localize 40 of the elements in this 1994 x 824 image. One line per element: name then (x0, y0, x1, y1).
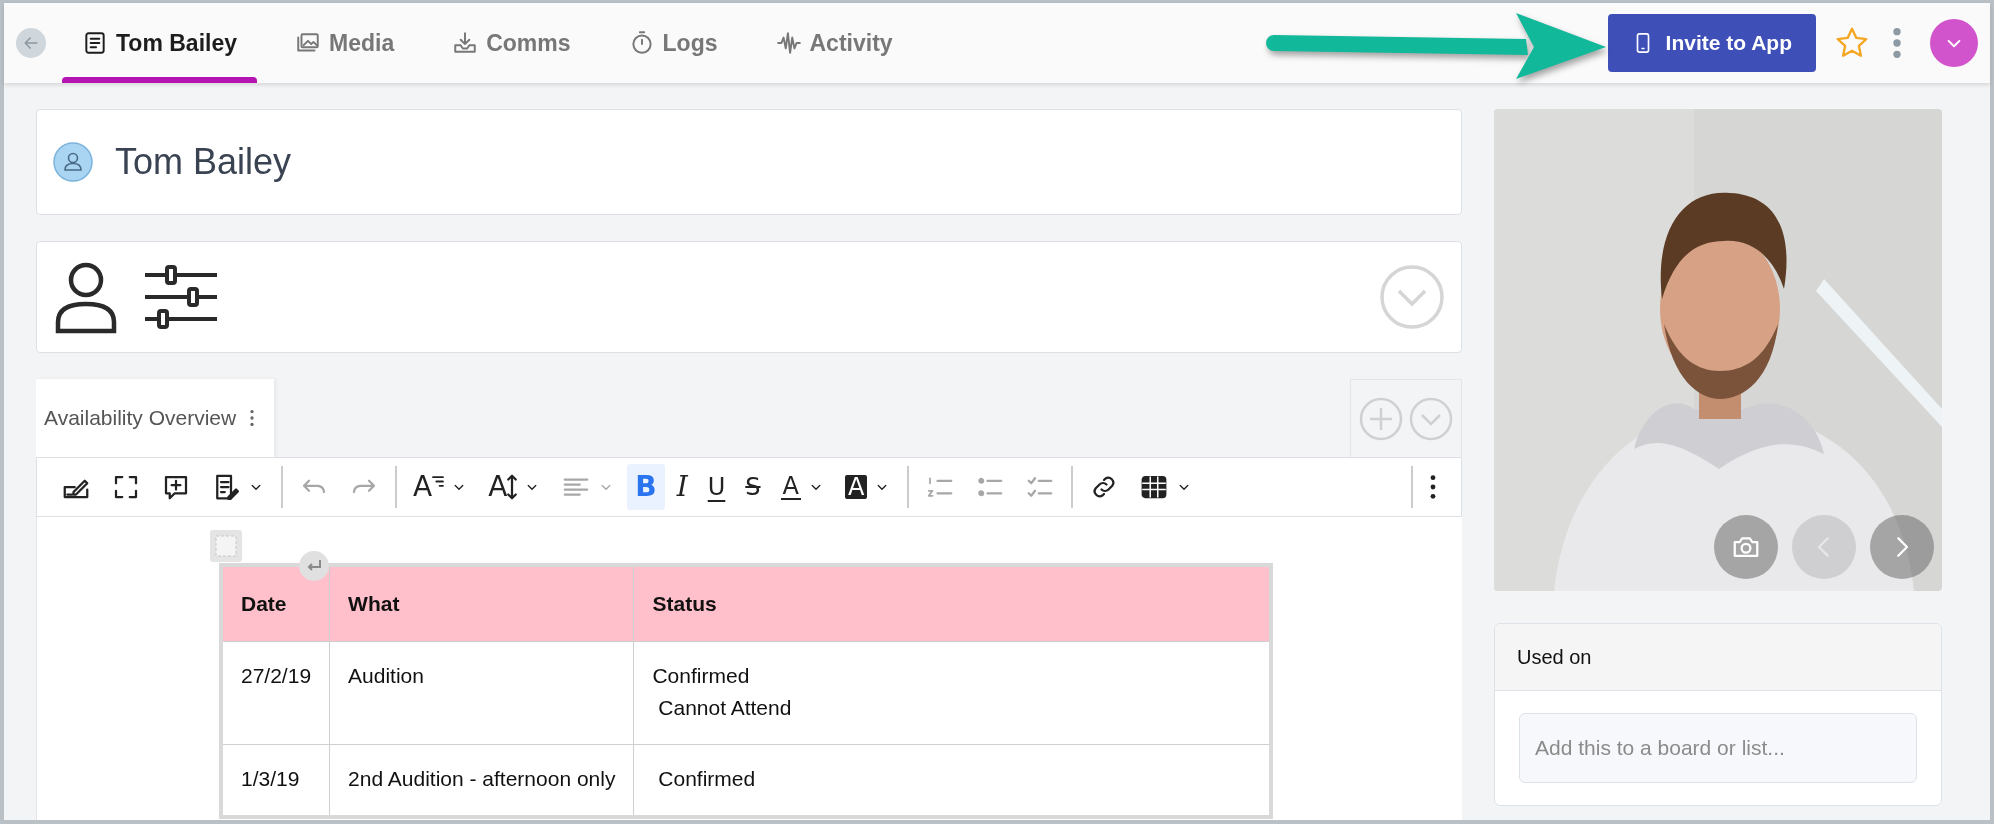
lines-icon (432, 476, 445, 487)
back-button[interactable] (16, 28, 46, 58)
card-title: Used on (1517, 645, 1592, 669)
tab[interactable]: Comms (432, 3, 591, 83)
waveform-icon (775, 30, 802, 56)
font-color-button[interactable]: A (772, 464, 833, 510)
more-icon (248, 407, 257, 429)
tab[interactable]: Activity (755, 3, 913, 83)
strike-button[interactable]: S (737, 464, 769, 510)
dropdown-button[interactable] (1930, 19, 1978, 67)
table-cell: Audition (329, 641, 634, 745)
bold-button[interactable]: B (627, 464, 665, 510)
tab[interactable]: Tom Bailey (62, 3, 257, 83)
highlight-button[interactable]: A (836, 464, 900, 510)
person-icon[interactable] (53, 260, 119, 334)
collapse-icon[interactable] (1409, 396, 1453, 441)
tab[interactable]: Logs (608, 3, 738, 83)
column-header: Status (633, 565, 1271, 642)
select-table-icon[interactable] (209, 529, 243, 563)
add-icon[interactable] (1359, 396, 1403, 441)
document-icon (82, 30, 108, 56)
font-size-button[interactable]: A (480, 464, 550, 510)
contact-name: Tom Bailey (115, 141, 292, 183)
font-style-button[interactable]: A (405, 464, 477, 510)
italic-button[interactable]: I (668, 464, 696, 510)
invite-button[interactable]: Invite to App (1607, 14, 1816, 72)
more-icon (1429, 473, 1437, 501)
collapse-icon[interactable] (1379, 264, 1445, 330)
table-cell: 27/2/19 (221, 641, 330, 745)
return-icon[interactable] (299, 551, 329, 581)
underline-button[interactable]: U (699, 464, 734, 510)
column-header: What (329, 565, 634, 642)
column-header: Date (221, 565, 330, 642)
board-input-field[interactable]: Add this to a board or list... (1519, 713, 1917, 783)
person-icon (53, 142, 93, 182)
sliders-icon[interactable] (143, 265, 217, 329)
tab[interactable]: Availability Overview (36, 379, 275, 457)
height-arrow-icon (507, 474, 518, 500)
download-tray-icon (452, 30, 479, 56)
tab[interactable]: Media (275, 3, 415, 83)
